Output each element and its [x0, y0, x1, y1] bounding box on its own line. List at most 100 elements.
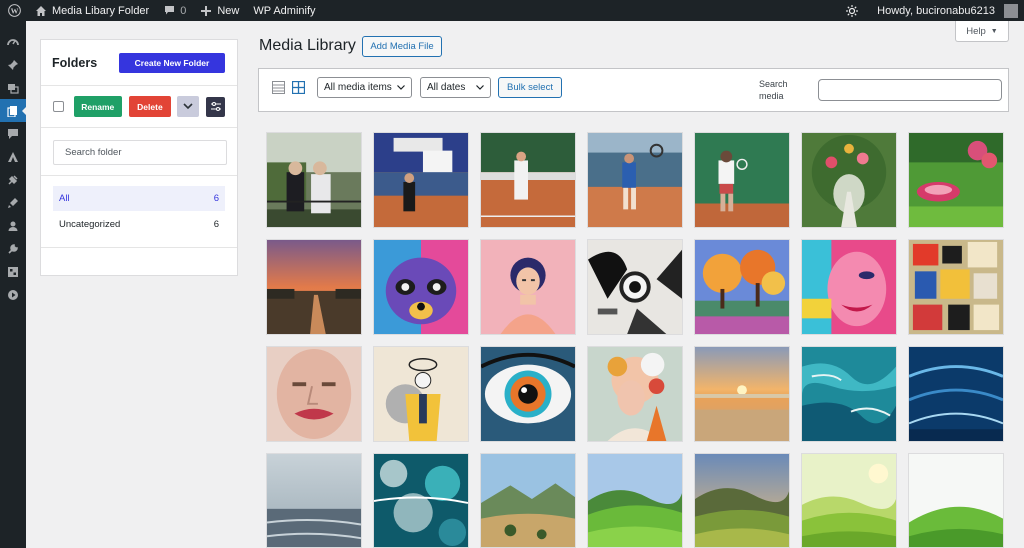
date-select[interactable]: All dates	[420, 77, 491, 98]
media-thumbnail[interactable]	[694, 453, 790, 548]
media-thumbnail[interactable]	[801, 239, 897, 335]
delete-button[interactable]: Delete	[128, 96, 172, 117]
media-image	[802, 133, 896, 227]
user-greeting[interactable]: Howdy, bucironabu6213	[870, 0, 1024, 21]
folder-actions: Rename Delete	[41, 86, 237, 128]
media-thumbnail[interactable]	[694, 239, 790, 335]
folder-item-all[interactable]: All 6	[53, 186, 225, 211]
media-thumbnail[interactable]	[266, 132, 362, 228]
wordpress-logo-icon[interactable]: W	[0, 0, 28, 21]
media-thumbnail[interactable]	[480, 346, 576, 442]
media-thumbnail[interactable]	[266, 346, 362, 442]
appearance-icon[interactable]	[0, 145, 26, 168]
wp-adminify-label: WP Adminify	[253, 4, 316, 17]
media-thumbnail[interactable]	[908, 346, 1004, 442]
media-image	[695, 454, 789, 547]
media-image	[588, 240, 682, 334]
media-thumbnail[interactable]	[908, 132, 1004, 228]
bulk-select-button[interactable]: Bulk select	[498, 77, 562, 98]
media-thumbnail[interactable]	[801, 132, 897, 228]
media-thumbnail[interactable]	[373, 346, 469, 442]
media-image	[802, 347, 896, 441]
media-thumbnail[interactable]	[908, 453, 1004, 548]
folders-title: Folders	[52, 55, 98, 70]
media-icon[interactable]	[0, 76, 26, 99]
pages-icon[interactable]	[0, 99, 27, 122]
media-thumbnail[interactable]	[801, 453, 897, 548]
new-label: New	[217, 4, 240, 17]
media-thumbnail[interactable]	[694, 346, 790, 442]
media-thumbnail[interactable]	[266, 239, 362, 335]
media-image	[695, 347, 789, 441]
new-content-link[interactable]: New	[193, 0, 246, 21]
search-media-input[interactable]	[818, 79, 1002, 101]
chevron-down-icon	[183, 103, 193, 110]
media-thumbnail[interactable]	[587, 346, 683, 442]
media-image	[267, 133, 361, 227]
media-thumbnail[interactable]	[480, 453, 576, 548]
media-image	[374, 454, 468, 547]
theme-toggle[interactable]	[839, 0, 870, 21]
users-icon[interactable]	[0, 214, 26, 237]
media-image	[909, 454, 1003, 547]
media-image	[588, 347, 682, 441]
add-media-file-button[interactable]: Add Media File	[362, 36, 442, 57]
plugins-icon[interactable]	[0, 168, 26, 191]
media-image	[802, 454, 896, 547]
help-button[interactable]: Help ▼	[955, 21, 1009, 42]
media-thumbnail[interactable]	[373, 453, 469, 548]
comments-link[interactable]: 0	[156, 0, 193, 21]
media-image	[588, 133, 682, 227]
dashboard-icon[interactable]	[0, 30, 26, 53]
media-image	[481, 133, 575, 227]
folder-count: 6	[213, 193, 219, 204]
comments-icon[interactable]	[0, 122, 26, 145]
select-all-checkbox[interactable]	[53, 101, 64, 112]
sliders-icon	[210, 102, 221, 111]
greeting-text: Howdy, bucironabu6213	[877, 4, 995, 17]
wp-adminify-link[interactable]: WP Adminify	[246, 0, 322, 21]
list-view-icon[interactable]	[272, 81, 285, 94]
media-thumbnail[interactable]	[373, 239, 469, 335]
media-thumbnail[interactable]	[587, 132, 683, 228]
plus-icon	[200, 5, 212, 17]
media-type-select[interactable]: All media items	[317, 77, 412, 98]
media-image	[267, 454, 361, 547]
rename-button[interactable]: Rename	[73, 96, 122, 117]
create-folder-button[interactable]: Create New Folder	[119, 52, 225, 73]
media-thumbnail[interactable]	[908, 239, 1004, 335]
media-thumbnail[interactable]	[373, 132, 469, 228]
folder-item-uncategorized[interactable]: Uncategorized 6	[53, 212, 225, 237]
media-thumbnail[interactable]	[694, 132, 790, 228]
media-image	[695, 240, 789, 334]
chevron-down-icon	[397, 85, 405, 90]
home-icon	[35, 5, 47, 17]
site-name-link[interactable]: Media Libary Folder	[28, 0, 156, 21]
media-image	[374, 347, 468, 441]
media-image	[267, 240, 361, 334]
brush-icon[interactable]	[0, 191, 26, 214]
media-thumbnail[interactable]	[480, 239, 576, 335]
play-icon[interactable]	[0, 283, 26, 306]
media-image	[481, 454, 575, 547]
media-image	[909, 240, 1003, 334]
media-thumbnail[interactable]	[587, 239, 683, 335]
page-title: Media Library	[259, 37, 356, 54]
media-thumbnail[interactable]	[480, 132, 576, 228]
media-thumbnail[interactable]	[587, 453, 683, 548]
collapse-button[interactable]	[177, 96, 200, 117]
media-thumbnail[interactable]	[801, 346, 897, 442]
tools-icon[interactable]	[0, 237, 26, 260]
folder-list: All 6 Uncategorized 6	[41, 176, 237, 248]
media-image	[481, 347, 575, 441]
pin-icon[interactable]	[0, 53, 26, 76]
media-type-value: All media items	[324, 82, 392, 93]
media-image	[802, 240, 896, 334]
folder-settings-button[interactable]	[206, 96, 225, 117]
media-thumbnail[interactable]	[266, 453, 362, 548]
grid-view-icon[interactable]	[291, 80, 306, 95]
media-filter-bar: All media items All dates Bulk select Se…	[258, 68, 1009, 112]
settings-icon[interactable]	[0, 260, 26, 283]
folder-panel: Folders Create New Folder Rename Delete …	[40, 39, 238, 276]
folder-search-input[interactable]: Search folder	[53, 140, 227, 165]
